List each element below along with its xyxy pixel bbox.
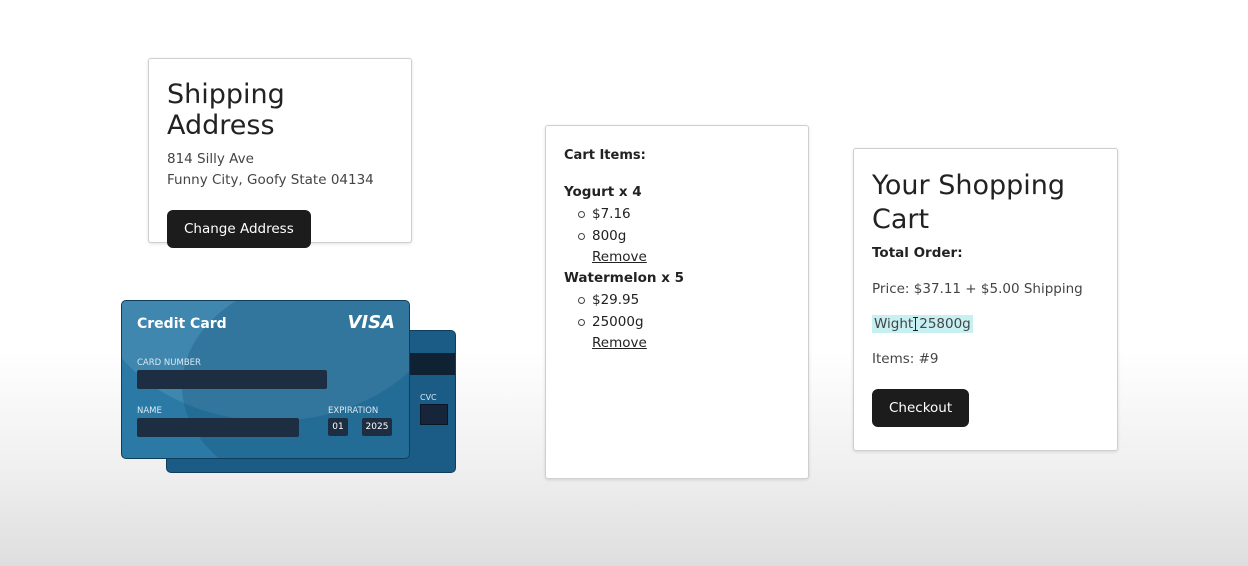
- item-name: Watermelon x 5: [564, 270, 685, 286]
- item-price: $7.16: [578, 203, 790, 225]
- items-count: Items: #9: [872, 351, 939, 367]
- checkout-button[interactable]: Checkout: [872, 389, 970, 427]
- item-weight-text: 25000g: [592, 314, 644, 330]
- remove-link[interactable]: Remove: [592, 247, 790, 268]
- price-line: Price: $37.11 + $5.00 Shipping: [872, 281, 1083, 297]
- item-weight-text: 800g: [592, 228, 627, 244]
- card-number-field: [137, 370, 327, 389]
- text-cursor-icon: [913, 317, 919, 331]
- item-price: $29.95: [578, 289, 790, 311]
- cvc-field: [420, 404, 448, 425]
- card-name-field: [137, 418, 299, 437]
- cart-summary-title: Your Shopping Cart: [872, 170, 1066, 235]
- bullet-icon: [578, 211, 585, 218]
- expiration-label: EXPIRATION: [328, 406, 379, 416]
- card-title: Credit Card: [137, 316, 227, 332]
- credit-card-front: Credit Card VISA CARD NUMBER NAME EXPIRA…: [121, 300, 410, 459]
- address-line-2: Funny City, Goofy State 04134: [167, 172, 374, 188]
- bullet-icon: [578, 319, 585, 326]
- selected-weight-text[interactable]: Wight 25800g: [872, 315, 973, 333]
- cart-item: Watermelon x 5 $29.95 25000g Remove: [564, 268, 790, 354]
- item-name: Yogurt x 4: [564, 184, 642, 200]
- total-order-label: Total Order:: [872, 245, 963, 261]
- item-weight: 25000g: [578, 311, 790, 333]
- item-price-text: $7.16: [592, 206, 631, 222]
- address-line-1: 814 Silly Ave: [167, 151, 254, 167]
- weight-line: Wight 25800g: [872, 315, 1099, 333]
- cart-items-header: Cart Items:: [564, 148, 646, 163]
- item-details: $29.95 25000g: [564, 289, 790, 333]
- expiration-month: 01: [328, 418, 348, 436]
- cart-item: Yogurt x 4 $7.16 800g Remove: [564, 182, 790, 268]
- visa-logo: VISA: [347, 312, 395, 333]
- remove-link[interactable]: Remove: [592, 333, 790, 354]
- bullet-icon: [578, 297, 585, 304]
- expiration-year: 2025: [362, 418, 392, 436]
- bullet-icon: [578, 233, 585, 240]
- change-address-button[interactable]: Change Address: [167, 210, 311, 248]
- item-price-text: $29.95: [592, 292, 640, 308]
- shipping-title: Shipping Address: [167, 79, 285, 141]
- cvc-label: CVC: [420, 393, 437, 402]
- shipping-address-panel: Shipping Address 814 Silly Ave Funny Cit…: [148, 58, 412, 248]
- card-name-label: NAME: [137, 406, 162, 416]
- item-weight: 800g: [578, 225, 790, 247]
- cart-items-panel: Cart Items: Yogurt x 4 $7.16 800g Remove…: [545, 125, 809, 479]
- card-number-label: CARD NUMBER: [137, 358, 201, 368]
- shopping-cart-summary-panel: Your Shopping Cart Total Order: Price: $…: [853, 148, 1118, 451]
- weight-prefix: Wight: [874, 316, 914, 332]
- item-details: $7.16 800g: [564, 203, 790, 247]
- weight-value: 25800g: [919, 316, 971, 332]
